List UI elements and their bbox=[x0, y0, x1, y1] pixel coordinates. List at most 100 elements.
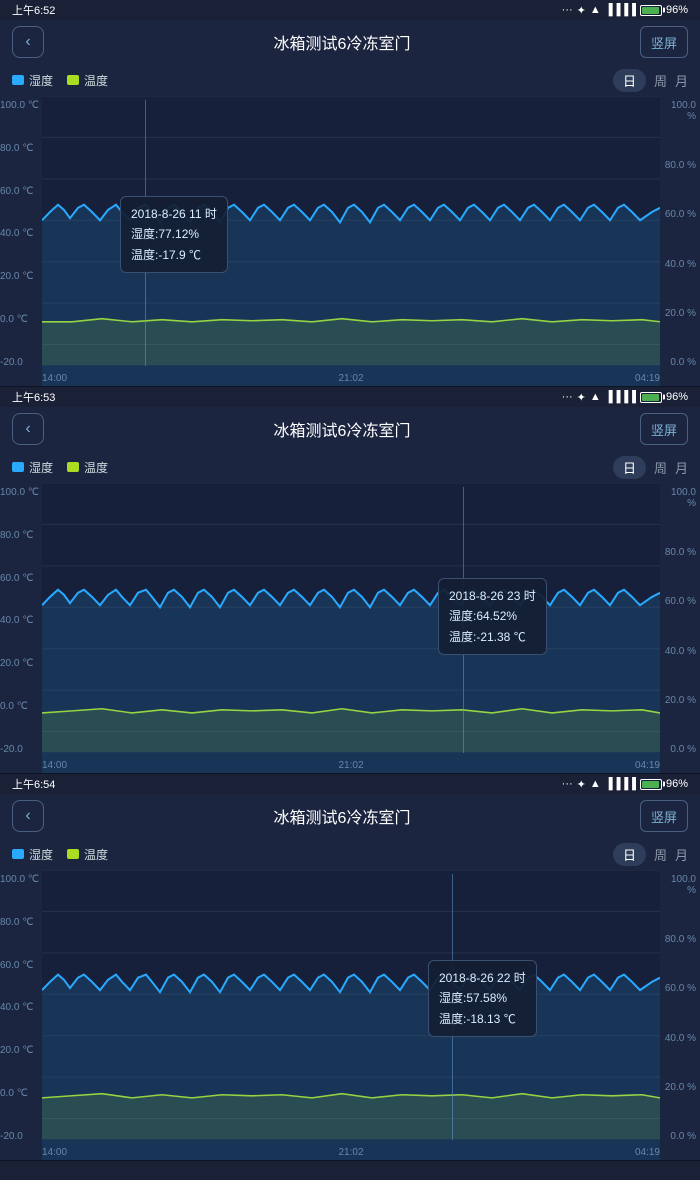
battery-pct-2: 96% bbox=[666, 391, 688, 403]
temperature-color-2 bbox=[67, 462, 79, 472]
status-icons-1: ··· ✦ ▲ ▐▐▐▐ 96% bbox=[562, 4, 688, 17]
x-label-3-1: 21:02 bbox=[338, 1147, 363, 1158]
status-time-3: 上午6:54 bbox=[12, 776, 55, 792]
back-arrow-icon-3: ‹ bbox=[25, 807, 30, 825]
status-bar-2: 上午6:53 ··· ✦ ▲ ▐▐▐▐ 96% bbox=[0, 387, 700, 407]
humidity-label-3: 湿度 bbox=[29, 846, 53, 863]
legend-2: 湿度 温度 bbox=[12, 459, 108, 476]
battery-pct: 96% bbox=[666, 4, 688, 16]
back-button-3[interactable]: ‹ bbox=[12, 800, 44, 832]
wifi-icon-3: ▲ bbox=[590, 778, 601, 790]
legend-1: 湿度 温度 bbox=[12, 72, 108, 89]
panel-2: 上午6:53 ··· ✦ ▲ ▐▐▐▐ 96% ‹ 冰箱测试6冷冻室门 竖屏 湿… bbox=[0, 387, 700, 774]
legend-humidity-2: 湿度 bbox=[12, 459, 53, 476]
chart-svg-1 bbox=[42, 96, 660, 386]
tab-month-3[interactable]: 月 bbox=[675, 845, 688, 864]
landscape-label-1: 竖屏 bbox=[651, 33, 677, 52]
panel-title-3: 冰箱测试6冷冻室门 bbox=[274, 804, 411, 828]
tab-day-1[interactable]: 日 bbox=[613, 69, 646, 92]
dots-icon-2: ··· bbox=[562, 391, 573, 403]
signal-icon-2: ▐▐▐▐ bbox=[605, 391, 636, 403]
tabs-2: 日 周 月 bbox=[613, 456, 688, 479]
dots-icon: ··· bbox=[562, 4, 573, 16]
legend-3: 湿度 温度 bbox=[12, 846, 108, 863]
chart-container-2[interactable]: 100.0 ℃80.0 ℃60.0 ℃40.0 ℃20.0 ℃0.0 ℃-20.… bbox=[0, 483, 700, 773]
battery-icon-3 bbox=[640, 779, 662, 790]
chart-container-3[interactable]: 100.0 ℃80.0 ℃60.0 ℃40.0 ℃20.0 ℃0.0 ℃-20.… bbox=[0, 870, 700, 1160]
humidity-color-2 bbox=[12, 462, 24, 472]
legend-humidity-1: 湿度 bbox=[12, 72, 53, 89]
legend-temperature-3: 温度 bbox=[67, 846, 108, 863]
x-labels-2: 14:00 21:02 04:19 bbox=[42, 760, 660, 771]
panel-header-3: ‹ 冰箱测试6冷冻室门 竖屏 bbox=[0, 794, 700, 838]
legend-temperature-2: 温度 bbox=[67, 459, 108, 476]
status-icons-3: ··· ✦ ▲ ▐▐▐▐ 96% bbox=[562, 778, 688, 791]
chart-svg-2 bbox=[42, 483, 660, 773]
status-time-1: 上午6:52 bbox=[12, 2, 55, 18]
x-label-3-0: 14:00 bbox=[42, 1147, 67, 1158]
battery-icon-2 bbox=[640, 392, 662, 403]
y-labels-left-2: 100.0 ℃80.0 ℃60.0 ℃40.0 ℃20.0 ℃0.0 ℃-20.… bbox=[0, 483, 42, 773]
landscape-label-3: 竖屏 bbox=[651, 807, 677, 826]
tab-week-1[interactable]: 周 bbox=[654, 71, 667, 90]
panel-title-1: 冰箱测试6冷冻室门 bbox=[274, 30, 411, 54]
wifi-icon-2: ▲ bbox=[590, 391, 601, 403]
tab-day-3[interactable]: 日 bbox=[613, 843, 646, 866]
battery-pct-3: 96% bbox=[666, 778, 688, 790]
y-labels-right-3: 100.0 %80.0 %60.0 %40.0 %20.0 %0.0 % bbox=[660, 870, 700, 1160]
tabs-3: 日 周 月 bbox=[613, 843, 688, 866]
chart-svg-3 bbox=[42, 870, 660, 1160]
cursor-vline-3 bbox=[452, 874, 453, 1140]
temperature-color-1 bbox=[67, 75, 79, 85]
back-arrow-icon-1: ‹ bbox=[25, 33, 30, 51]
landscape-button-2[interactable]: 竖屏 bbox=[640, 413, 688, 445]
panel-header-2: ‹ 冰箱测试6冷冻室门 竖屏 bbox=[0, 407, 700, 451]
tab-week-2[interactable]: 周 bbox=[654, 458, 667, 477]
legend-tabs-2: 湿度 温度 日 周 月 bbox=[0, 451, 700, 483]
tab-month-1[interactable]: 月 bbox=[675, 71, 688, 90]
bluetooth-icon: ✦ bbox=[577, 4, 586, 17]
back-button-1[interactable]: ‹ bbox=[12, 26, 44, 58]
temperature-label-3: 温度 bbox=[84, 846, 108, 863]
status-bar-3: 上午6:54 ··· ✦ ▲ ▐▐▐▐ 96% bbox=[0, 774, 700, 794]
x-label-1-2: 04:19 bbox=[635, 373, 660, 384]
landscape-button-3[interactable]: 竖屏 bbox=[640, 800, 688, 832]
x-label-2-1: 21:02 bbox=[338, 760, 363, 771]
battery-icon bbox=[640, 5, 662, 16]
legend-temperature-1: 温度 bbox=[67, 72, 108, 89]
status-time-2: 上午6:53 bbox=[12, 389, 55, 405]
status-bar-1: 上午6:52 ··· ✦ ▲ ▐▐▐▐ 96% bbox=[0, 0, 700, 20]
back-button-2[interactable]: ‹ bbox=[12, 413, 44, 445]
tab-month-2[interactable]: 月 bbox=[675, 458, 688, 477]
humidity-label-1: 湿度 bbox=[29, 72, 53, 89]
humidity-color-3 bbox=[12, 849, 24, 859]
signal-icon: ▐▐▐▐ bbox=[605, 4, 636, 16]
chart-container-1[interactable]: 100.0 ℃80.0 ℃60.0 ℃40.0 ℃20.0 ℃0.0 ℃-20.… bbox=[0, 96, 700, 386]
y-labels-right-1: 100.0 %80.0 %60.0 %40.0 %20.0 %0.0 % bbox=[660, 96, 700, 386]
temperature-color-3 bbox=[67, 849, 79, 859]
legend-humidity-3: 湿度 bbox=[12, 846, 53, 863]
landscape-label-2: 竖屏 bbox=[651, 420, 677, 439]
panel-header-1: ‹ 冰箱测试6冷冻室门 竖屏 bbox=[0, 20, 700, 64]
humidity-label-2: 湿度 bbox=[29, 459, 53, 476]
temperature-label-1: 温度 bbox=[84, 72, 108, 89]
bluetooth-icon-2: ✦ bbox=[577, 391, 586, 404]
x-label-1-0: 14:00 bbox=[42, 373, 67, 384]
tabs-1: 日 周 月 bbox=[613, 69, 688, 92]
legend-tabs-1: 湿度 温度 日 周 月 bbox=[0, 64, 700, 96]
legend-tabs-3: 湿度 温度 日 周 月 bbox=[0, 838, 700, 870]
tab-week-3[interactable]: 周 bbox=[654, 845, 667, 864]
wifi-icon: ▲ bbox=[590, 4, 601, 16]
x-labels-3: 14:00 21:02 04:19 bbox=[42, 1147, 660, 1158]
cursor-vline-1 bbox=[145, 100, 146, 366]
y-labels-right-2: 100.0 %80.0 %60.0 %40.0 %20.0 %0.0 % bbox=[660, 483, 700, 773]
panel-title-2: 冰箱测试6冷冻室门 bbox=[274, 417, 411, 441]
back-arrow-icon-2: ‹ bbox=[25, 420, 30, 438]
y-labels-left-3: 100.0 ℃80.0 ℃60.0 ℃40.0 ℃20.0 ℃0.0 ℃-20.… bbox=[0, 870, 42, 1160]
landscape-button-1[interactable]: 竖屏 bbox=[640, 26, 688, 58]
tab-day-2[interactable]: 日 bbox=[613, 456, 646, 479]
x-label-2-2: 04:19 bbox=[635, 760, 660, 771]
x-labels-1: 14:00 21:02 04:19 bbox=[42, 373, 660, 384]
cursor-vline-2 bbox=[463, 487, 464, 753]
x-label-3-2: 04:19 bbox=[635, 1147, 660, 1158]
